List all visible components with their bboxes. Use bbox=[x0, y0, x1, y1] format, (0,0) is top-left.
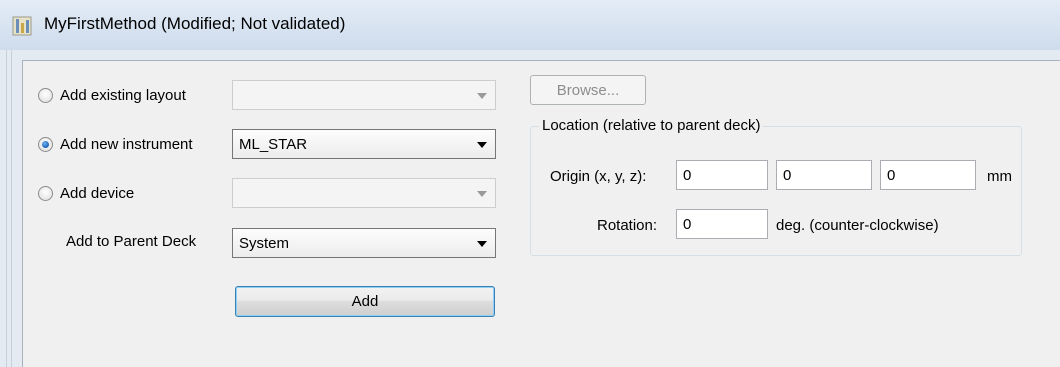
origin-y-value: 0 bbox=[783, 166, 792, 184]
radio-device[interactable]: Add device bbox=[38, 182, 134, 204]
new-instrument-combo-value: ML_STAR bbox=[239, 135, 308, 153]
radio-existing-layout-indicator[interactable] bbox=[38, 87, 53, 103]
rotation-field[interactable]: 0 bbox=[676, 209, 768, 239]
browse-button[interactable]: Browse... bbox=[530, 75, 646, 105]
radio-device-indicator[interactable] bbox=[38, 185, 53, 201]
chevron-down-icon bbox=[477, 241, 487, 247]
chevron-down-icon bbox=[477, 191, 487, 197]
window-frame-top bbox=[22, 50, 1060, 61]
window-title-bar[interactable]: MyFirstMethod (Modified; Not validated) bbox=[0, 0, 1060, 51]
location-group bbox=[530, 126, 1022, 256]
rotation-label: Rotation: bbox=[597, 217, 658, 234]
app-icon bbox=[12, 16, 32, 36]
origin-z-field[interactable]: 0 bbox=[880, 160, 976, 190]
add-button-label: Add bbox=[351, 293, 379, 310]
location-group-title: Location (relative to parent deck) bbox=[539, 117, 764, 134]
parent-deck-combo[interactable]: System bbox=[232, 228, 496, 258]
radio-new-instrument[interactable]: Add new instrument bbox=[38, 133, 193, 155]
add-button[interactable]: Add bbox=[235, 286, 495, 317]
window-title: MyFirstMethod (Modified; Not validated) bbox=[44, 14, 346, 33]
radio-device-label: Add device bbox=[60, 184, 135, 202]
browse-button-label: Browse... bbox=[556, 81, 620, 99]
radio-existing-layout[interactable]: Add existing layout bbox=[38, 84, 186, 106]
device-combo[interactable] bbox=[232, 178, 496, 208]
chevron-down-icon bbox=[477, 142, 487, 148]
origin-y-field[interactable]: 0 bbox=[776, 160, 872, 190]
origin-z-value: 0 bbox=[887, 166, 896, 184]
origin-x-value: 0 bbox=[683, 166, 692, 184]
radio-new-instrument-indicator[interactable] bbox=[38, 136, 53, 152]
rotation-value: 0 bbox=[683, 215, 692, 233]
new-instrument-combo[interactable]: ML_STAR bbox=[232, 129, 496, 159]
window-frame-left bbox=[0, 50, 23, 367]
origin-label: Origin (x, y, z): bbox=[550, 168, 647, 185]
radio-new-instrument-label: Add new instrument bbox=[60, 135, 193, 153]
chevron-down-icon bbox=[477, 93, 487, 99]
existing-layout-combo[interactable] bbox=[232, 80, 496, 110]
parent-deck-label: Add to Parent Deck bbox=[66, 233, 197, 250]
rotation-unit: deg. (counter-clockwise) bbox=[776, 217, 939, 234]
origin-x-field[interactable]: 0 bbox=[676, 160, 768, 190]
radio-existing-layout-label: Add existing layout bbox=[60, 86, 186, 104]
origin-unit: mm bbox=[987, 168, 1012, 185]
parent-deck-combo-value: System bbox=[239, 234, 290, 252]
